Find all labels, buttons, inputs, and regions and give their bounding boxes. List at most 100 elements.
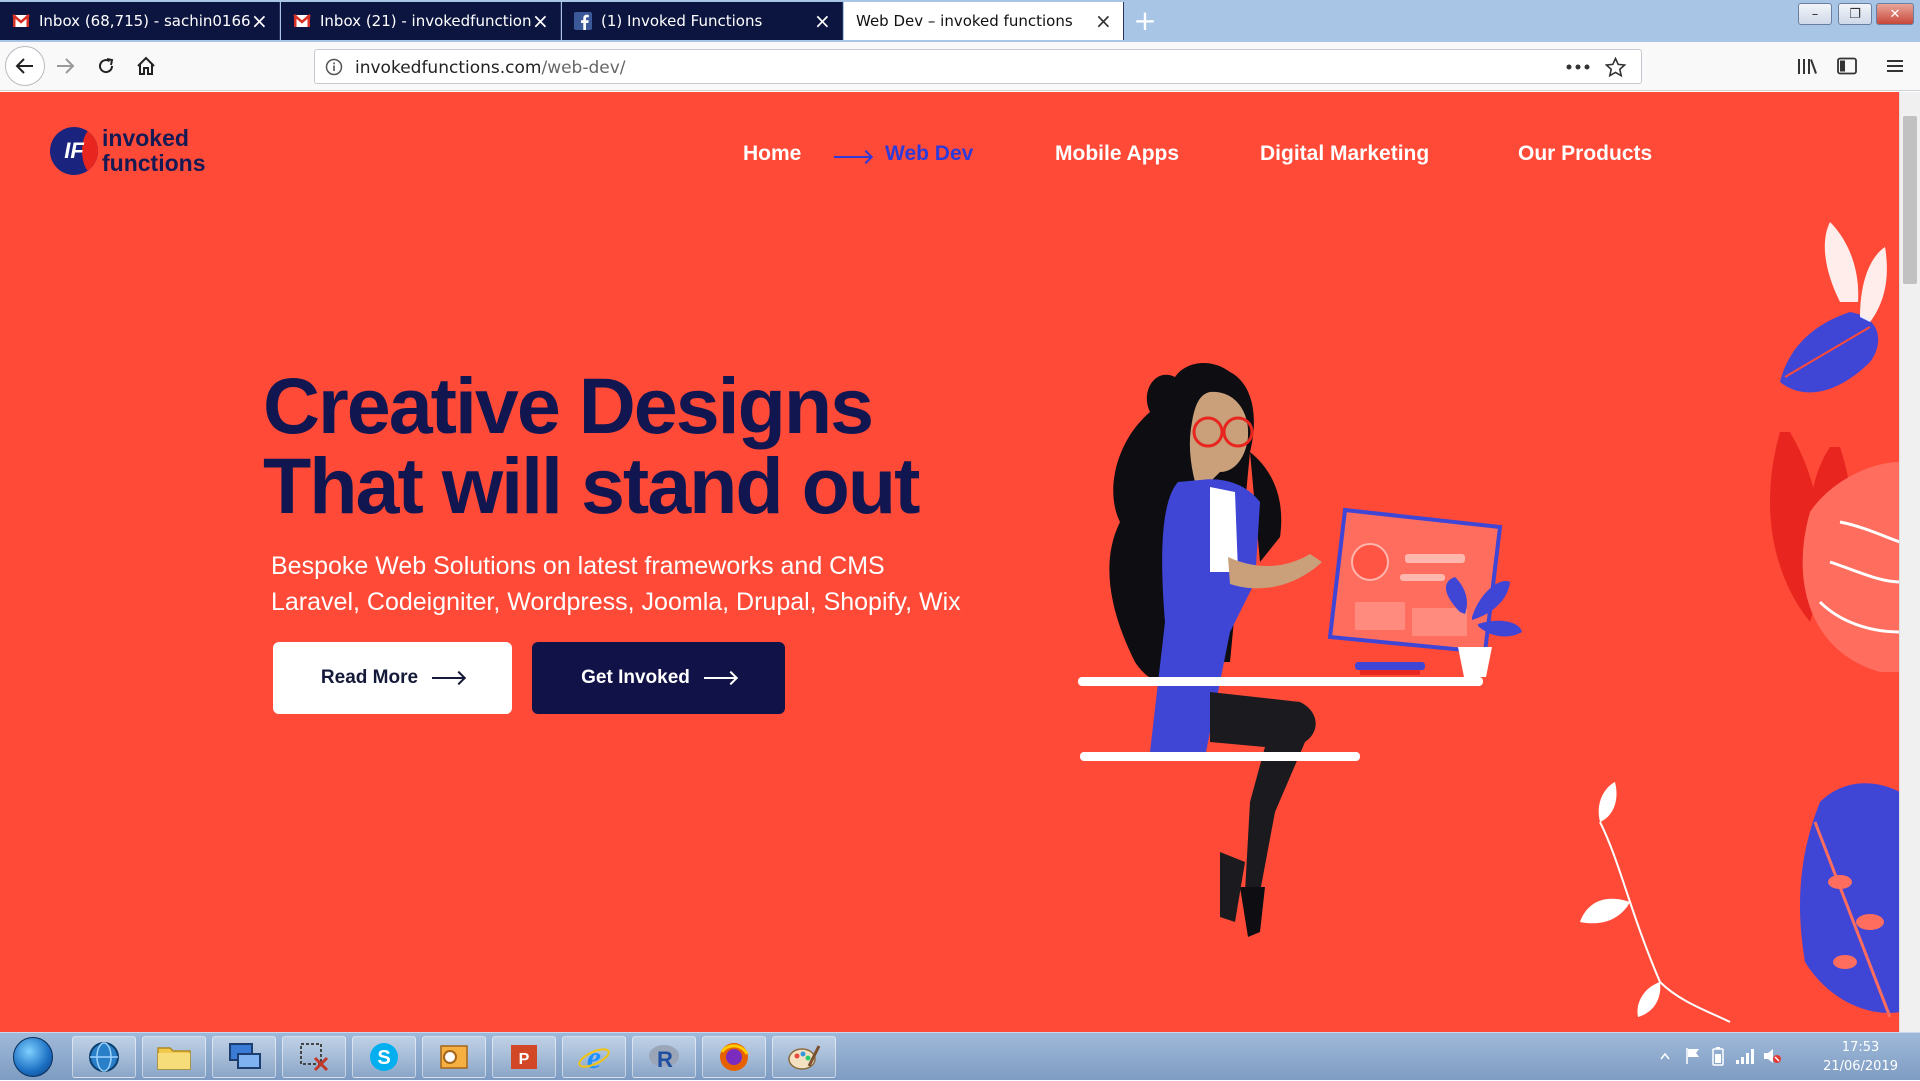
clock-date: 21/06/2019: [1823, 1059, 1898, 1074]
close-tab-icon[interactable]: ×: [1095, 11, 1112, 31]
hamburger-menu-icon: [1887, 60, 1903, 72]
nav-digital-marketing[interactable]: Digital Marketing: [1260, 142, 1429, 166]
close-tab-icon[interactable]: ×: [532, 11, 549, 31]
close-window-button[interactable]: ✕: [1876, 3, 1914, 25]
read-more-label: Read More: [320, 667, 419, 688]
hero-title: Creative Designs That will stand out: [263, 366, 1063, 526]
taskbar-app-remote[interactable]: [212, 1036, 276, 1078]
nav-our-products[interactable]: Our Products: [1518, 142, 1652, 166]
show-hidden-icons-icon[interactable]: [1660, 1052, 1670, 1060]
logo-line-2: functions: [102, 150, 206, 176]
logo-badge-text: IF: [64, 138, 84, 163]
back-arrow-icon: [15, 58, 33, 74]
tab-gmail-inbox-1[interactable]: Inbox (68,715) - sachin01663@g ×: [0, 2, 280, 40]
windows-logo-icon: [13, 1037, 53, 1077]
close-tab-icon[interactable]: ×: [251, 11, 268, 31]
library-button[interactable]: [1790, 49, 1824, 83]
taskbar-app-ie[interactable]: e: [562, 1036, 626, 1078]
forward-button[interactable]: [48, 49, 82, 83]
arrow-right-icon: [703, 677, 736, 679]
forward-arrow-icon: [57, 58, 75, 74]
hero-title-line-1: Creative Designs: [263, 361, 874, 450]
facebook-icon: [574, 12, 592, 30]
powerpoint-icon: P: [511, 1045, 537, 1069]
tab-web-dev[interactable]: Web Dev – invoked functions ×: [844, 2, 1124, 40]
decorative-leaves: [1580, 222, 1899, 1023]
nav-mobile-apps[interactable]: Mobile Apps: [1055, 142, 1179, 166]
tab-title: Inbox (21) - invokedfunctions@: [320, 12, 532, 30]
hero-subtitle-line-1: Bespoke Web Solutions on latest framewor…: [271, 552, 885, 580]
taskbar-app-powerpoint[interactable]: P: [492, 1036, 556, 1078]
site-logo[interactable]: IF invoked functions: [50, 126, 206, 176]
home-button[interactable]: [129, 49, 163, 83]
gmail-icon: [12, 14, 30, 27]
action-center-flag-icon[interactable]: [1685, 1047, 1701, 1065]
web-page: IF invoked functions Home Web Dev Mobile…: [0, 92, 1899, 1032]
close-tab-icon[interactable]: ×: [814, 11, 831, 31]
taskbar-app-firefox[interactable]: [702, 1036, 766, 1078]
hero-subtitle: Bespoke Web Solutions on latest framewor…: [271, 548, 1051, 620]
logo-line-1: invoked: [102, 125, 189, 151]
more-actions-icon[interactable]: [1566, 64, 1590, 70]
taskbar-app-r[interactable]: R: [632, 1036, 696, 1078]
url-text[interactable]: invokedfunctions.com/web-dev/: [355, 58, 626, 78]
volume-muted-icon[interactable]: [1762, 1047, 1782, 1065]
taskbar-app-network[interactable]: [72, 1036, 136, 1078]
svg-text:S: S: [377, 1047, 390, 1069]
svg-text:e: e: [587, 1040, 601, 1074]
back-button[interactable]: [5, 46, 45, 86]
bookmark-star-icon[interactable]: [1605, 57, 1626, 78]
taskbar-app-explorer[interactable]: [142, 1036, 206, 1078]
taskbar-app-paint[interactable]: [772, 1036, 836, 1078]
sidebar-button[interactable]: [1830, 49, 1864, 83]
snipping-tool-icon: [300, 1043, 329, 1072]
get-invoked-button[interactable]: Get Invoked: [532, 642, 785, 714]
reload-icon: [99, 58, 114, 74]
gmail-icon: [293, 14, 311, 27]
hero-subtitle-line-2: Laravel, Codeigniter, Wordpress, Joomla,…: [271, 588, 961, 616]
skype-icon: S: [370, 1043, 398, 1071]
clock-time: 17:53: [1841, 1040, 1880, 1055]
arrow-right-icon: [432, 677, 465, 679]
home-icon: [137, 56, 155, 75]
hero-illustration: [1078, 362, 1522, 937]
minimize-button[interactable]: –: [1798, 3, 1832, 25]
sidebar-icon: [1837, 57, 1857, 75]
folder-icon: [157, 1047, 191, 1070]
tab-title: Inbox (68,715) - sachin01663@g: [39, 12, 251, 30]
taskbar-app-snipping[interactable]: [282, 1036, 346, 1078]
network-signal-icon[interactable]: [1735, 1047, 1755, 1065]
logo-badge: IF: [50, 127, 98, 175]
nav-web-dev[interactable]: Web Dev: [885, 142, 973, 166]
library-icon: [1798, 59, 1817, 74]
restore-button[interactable]: ❐: [1838, 3, 1872, 25]
info-icon[interactable]: [325, 58, 343, 76]
hero-title-line-2: That will stand out: [263, 441, 920, 530]
taskbar-app-outlook[interactable]: [422, 1036, 486, 1078]
active-arrow-icon: [834, 156, 870, 158]
new-tab-button[interactable]: +: [1128, 4, 1162, 38]
reload-button[interactable]: [89, 49, 123, 83]
windows-taskbar: S P e R 17:53 21/06/2019: [0, 1032, 1920, 1080]
page-scrollbar[interactable]: [1899, 92, 1920, 1032]
tab-gmail-inbox-2[interactable]: Inbox (21) - invokedfunctions@ ×: [281, 2, 561, 40]
tab-title: (1) Invoked Functions: [601, 12, 763, 30]
tab-title: Web Dev – invoked functions: [856, 12, 1073, 30]
start-button[interactable]: [4, 1035, 62, 1079]
system-clock[interactable]: 17:53 21/06/2019: [1823, 1038, 1898, 1076]
network-globe-icon: [89, 1042, 119, 1072]
nav-home[interactable]: Home: [743, 142, 801, 166]
taskbar-app-skype[interactable]: S: [352, 1036, 416, 1078]
outlook-icon: [440, 1045, 468, 1069]
paint-icon: [788, 1045, 821, 1070]
read-more-button[interactable]: Read More: [273, 642, 512, 714]
scrollbar-thumb[interactable]: [1903, 116, 1917, 284]
get-invoked-label: Get Invoked: [581, 667, 690, 688]
address-bar[interactable]: invokedfunctions.com/web-dev/: [314, 49, 1642, 84]
remote-desktop-icon: [229, 1043, 261, 1069]
svg-text:R: R: [657, 1047, 673, 1072]
menu-button[interactable]: [1878, 49, 1912, 83]
url-path: /web-dev/: [541, 58, 626, 78]
battery-icon[interactable]: [1712, 1046, 1724, 1066]
tab-facebook[interactable]: (1) Invoked Functions ×: [562, 2, 843, 40]
